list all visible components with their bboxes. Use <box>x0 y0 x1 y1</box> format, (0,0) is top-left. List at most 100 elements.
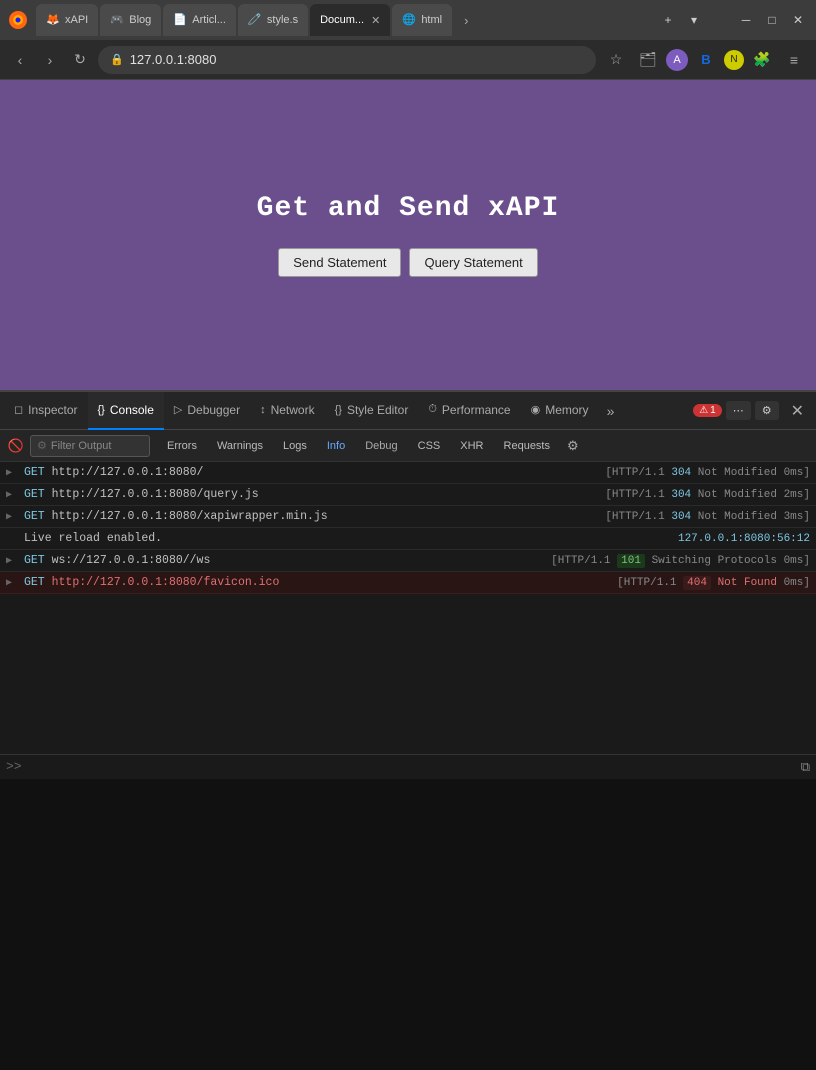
tab-article-favicon: 📄 <box>173 13 187 27</box>
style-editor-label: Style Editor <box>347 403 408 417</box>
debugger-icon: ▷ <box>174 403 182 416</box>
error-badge-count: 1 <box>710 405 716 416</box>
tab-xapi[interactable]: 🦊 xAPI <box>36 4 98 36</box>
error-badge[interactable]: ⚠ 1 <box>693 404 722 417</box>
devtools-tab-style-editor[interactable]: {} Style Editor <box>325 392 419 430</box>
devtools-tab-performance[interactable]: ⏱ Performance <box>418 392 520 430</box>
log-expand-2: ▶ <box>6 489 18 501</box>
more-tabs-button[interactable]: ▾ <box>684 10 704 30</box>
norton-button[interactable]: N <box>724 50 744 70</box>
log-expand-5: ▶ <box>6 577 18 589</box>
pocket-button[interactable]: 🗂 <box>634 46 662 74</box>
filter-logs-button[interactable]: Logs <box>274 437 316 455</box>
console-input[interactable] <box>28 760 795 774</box>
filter-errors-button[interactable]: Errors <box>158 437 206 455</box>
tab-blog-favicon: 🎮 <box>110 13 124 27</box>
account-button[interactable]: A <box>666 49 688 71</box>
log-meta-1: [HTTP/1.1 304 Not Modified 0ms] <box>605 467 810 479</box>
page-content: Get and Send xAPI Send Statement Query S… <box>0 80 816 390</box>
menu-button[interactable]: ≡ <box>780 46 808 74</box>
tab-document[interactable]: Docum... ✕ <box>310 4 390 36</box>
log-text-2: GET http://127.0.0.1:8080/query.js <box>24 488 599 501</box>
devtools-close-button[interactable]: ✕ <box>783 397 812 425</box>
devtools-more-button[interactable]: » <box>599 397 623 425</box>
console-filter-input[interactable]: ⚙ Filter Output <box>30 435 150 457</box>
log-entry-4[interactable]: ▶ GET ws://127.0.0.1:8080//ws [HTTP/1.1 … <box>0 550 816 572</box>
devtools-right-controls: ⚠ 1 ⋯ ⚙ ✕ <box>693 397 812 425</box>
console-toolbar: 🚫 ⚙ Filter Output Errors Warnings Logs I… <box>0 430 816 462</box>
console-log-area: ▶ GET http://127.0.0.1:8080/ [HTTP/1.1 3… <box>0 462 816 754</box>
log-text-3: GET http://127.0.0.1:8080/xapiwrapper.mi… <box>24 510 599 523</box>
console-empty-area <box>0 779 816 1070</box>
lock-icon: 🔒 <box>110 53 124 66</box>
maximize-button[interactable]: □ <box>762 10 782 30</box>
tab-xapi-label: xAPI <box>65 14 88 26</box>
firefox-icon <box>8 10 28 30</box>
log-text-4: GET ws://127.0.0.1:8080//ws <box>24 554 545 567</box>
debugger-label: Debugger <box>187 403 240 417</box>
error-badge-icon: ⚠ <box>699 405 708 416</box>
new-tab-button[interactable]: + <box>658 10 678 30</box>
filter-css-button[interactable]: CSS <box>409 437 450 455</box>
devtools-tab-memory[interactable]: ◉ Memory <box>521 392 599 430</box>
filter-requests-button[interactable]: Requests <box>495 437 559 455</box>
bookmark-button[interactable]: ☆ <box>602 46 630 74</box>
devtools: ◻ Inspector {} Console ▷ Debugger ↕ Netw… <box>0 390 816 1070</box>
filter-icon: ⚙ <box>37 439 47 452</box>
log-entry-5[interactable]: ▶ GET http://127.0.0.1:8080/favicon.ico … <box>0 572 816 594</box>
browser-chrome: 🦊 xAPI 🎮 Blog 📄 Articl... 🧷 style.s Docu… <box>0 0 816 80</box>
minimize-button[interactable]: ─ <box>736 10 756 30</box>
tab-overflow[interactable]: › <box>454 4 478 36</box>
page-title: Get and Send xAPI <box>257 193 560 224</box>
forward-button[interactable]: › <box>38 48 62 72</box>
extensions-button[interactable]: 🧩 <box>748 46 776 74</box>
log-meta-reload: 127.0.0.1:8080:56:12 <box>670 533 810 545</box>
log-entry-live-reload: Live reload enabled. 127.0.0.1:8080:56:1… <box>0 528 816 550</box>
nav-actions: ☆ 🗂 A B N 🧩 ≡ <box>602 46 808 74</box>
console-clear-button[interactable]: 🚫 <box>6 436 26 456</box>
log-text-reload: Live reload enabled. <box>24 532 664 545</box>
tab-xapi-favicon: 🦊 <box>46 13 60 27</box>
memory-icon: ◉ <box>531 403 541 416</box>
log-expand-3: ▶ <box>6 511 18 523</box>
tab-document-label: Docum... <box>320 14 364 26</box>
console-filter-placeholder: Filter Output <box>51 440 112 452</box>
log-entry-3[interactable]: ▶ GET http://127.0.0.1:8080/xapiwrapper.… <box>0 506 816 528</box>
back-button[interactable]: ‹ <box>8 48 32 72</box>
filter-xhr-button[interactable]: XHR <box>451 437 492 455</box>
tab-article[interactable]: 📄 Articl... <box>163 4 236 36</box>
address-bar[interactable]: 🔒 127.0.0.1:8080 <box>98 46 596 74</box>
log-entry-1[interactable]: ▶ GET http://127.0.0.1:8080/ [HTTP/1.1 3… <box>0 462 816 484</box>
log-entry-2[interactable]: ▶ GET http://127.0.0.1:8080/query.js [HT… <box>0 484 816 506</box>
filter-info-button[interactable]: Info <box>318 437 354 455</box>
tab-blog[interactable]: 🎮 Blog <box>100 4 161 36</box>
tab-style-label: style.s <box>267 14 298 26</box>
devtools-tab-network[interactable]: ↕ Network <box>250 392 325 430</box>
split-console-button[interactable]: ⧉ <box>801 759 810 775</box>
filter-debug-button[interactable]: Debug <box>356 437 406 455</box>
memory-label: Memory <box>545 403 588 417</box>
log-expand-1: ▶ <box>6 467 18 479</box>
performance-label: Performance <box>442 403 511 417</box>
filter-warnings-button[interactable]: Warnings <box>208 437 272 455</box>
devtools-tab-debugger[interactable]: ▷ Debugger <box>164 392 250 430</box>
tab-document-close[interactable]: ✕ <box>371 14 380 27</box>
tab-style-favicon: 🧷 <box>248 13 262 27</box>
send-statement-button[interactable]: Send Statement <box>278 248 401 277</box>
devtools-tab-inspector[interactable]: ◻ Inspector <box>4 392 88 430</box>
devtools-tab-console[interactable]: {} Console <box>88 392 164 430</box>
more-tools-button[interactable]: ⋯ <box>726 401 751 420</box>
close-button[interactable]: ✕ <box>788 10 808 30</box>
query-statement-button[interactable]: Query Statement <box>409 248 537 277</box>
console-settings-button[interactable]: ⚙ <box>567 438 579 454</box>
tab-html[interactable]: 🌐 html <box>392 4 452 36</box>
network-icon: ↕ <box>260 404 266 416</box>
console-input-row[interactable]: >> ⧉ <box>0 754 816 779</box>
title-bar-controls: + ▾ ─ □ ✕ <box>658 10 808 30</box>
bitwarden-button[interactable]: B <box>692 46 720 74</box>
reload-button[interactable]: ↻ <box>68 48 92 72</box>
page-buttons: Send Statement Query Statement <box>278 248 538 277</box>
devtools-settings-button[interactable]: ⚙ <box>755 401 779 420</box>
tab-style[interactable]: 🧷 style.s <box>238 4 308 36</box>
nav-bar: ‹ › ↻ 🔒 127.0.0.1:8080 ☆ 🗂 A B N 🧩 ≡ <box>0 40 816 80</box>
